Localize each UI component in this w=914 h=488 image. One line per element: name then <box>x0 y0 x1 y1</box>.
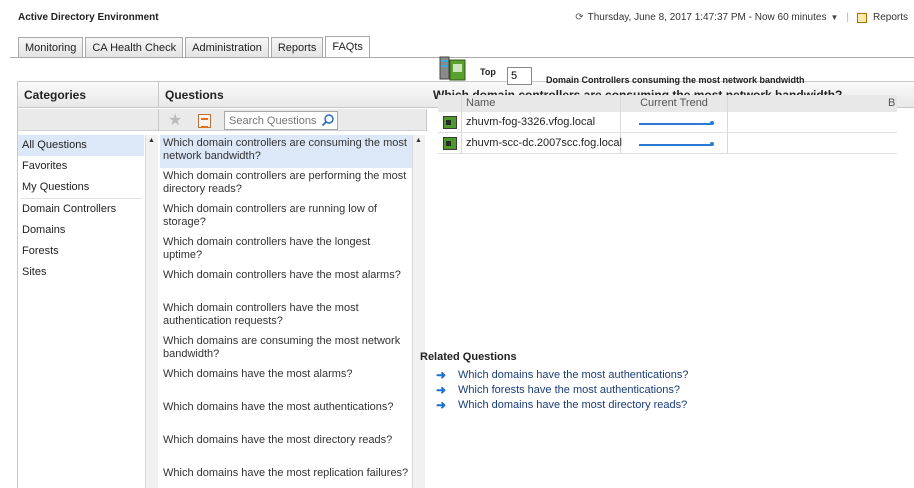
search-icon[interactable] <box>321 113 335 127</box>
top-count-input[interactable] <box>507 67 532 85</box>
scroll-up-icon[interactable]: ▲ <box>148 137 155 144</box>
domain-controllers-table: Name Current Trend B zhuvm-fog-3326.vfog… <box>438 95 897 154</box>
column-extra-header[interactable]: B <box>728 95 897 112</box>
list-item[interactable]: Which domains are consuming the most net… <box>160 333 412 366</box>
category-sites[interactable]: Sites <box>18 262 144 283</box>
arrow-right-icon: ➜ <box>436 368 447 382</box>
row-extra-cell <box>728 112 897 132</box>
time-range-icon: ⟳ <box>575 12 584 23</box>
column-icon-header <box>438 95 462 112</box>
arrow-right-icon: ➜ <box>436 398 447 412</box>
categories-header: Categories <box>18 82 159 108</box>
list-item[interactable]: Which domains have the most alarms? <box>160 366 412 399</box>
main-tabs: Monitoring CA Health Check Administratio… <box>18 36 370 58</box>
trend-dot <box>710 121 714 125</box>
table-row[interactable]: zhuvm-fog-3326.vfog.local <box>438 112 897 133</box>
related-question-text[interactable]: Which domains have the most directory re… <box>458 398 687 413</box>
time-range-bar: ⟳ Thursday, June 8, 2017 1:47:37 PM - No… <box>575 12 908 23</box>
list-item[interactable]: Which domain controllers have the most a… <box>160 300 412 333</box>
category-all-questions[interactable]: All Questions <box>18 135 144 156</box>
related-question-link[interactable]: ➜ Which domains have the most directory … <box>436 398 689 413</box>
row-name[interactable]: zhuvm-fog-3326.vfog.local <box>462 112 621 132</box>
questions-header: Questions <box>159 82 427 108</box>
category-domain-controllers[interactable]: Domain Controllers <box>18 199 144 220</box>
category-forests[interactable]: Forests <box>18 241 144 262</box>
trend-sparkline <box>621 112 728 132</box>
tab-faqts[interactable]: FAQts <box>325 36 370 58</box>
arrow-right-icon: ➜ <box>436 383 447 397</box>
related-question-link[interactable]: ➜ Which domains have the most authentica… <box>436 368 689 383</box>
category-favorites[interactable]: Favorites <box>18 156 144 177</box>
scroll-up-icon[interactable]: ▲ <box>415 137 422 144</box>
list-item[interactable]: Which domains have the most directory re… <box>160 432 412 465</box>
top-bar: Active Directory Environment ⟳ Thursday,… <box>0 0 914 34</box>
divider: | <box>846 12 849 23</box>
column-name-header[interactable]: Name <box>462 95 621 112</box>
list-item[interactable]: Which domain controllers are running low… <box>160 201 412 234</box>
star-icon[interactable]: ★ <box>168 113 182 129</box>
app-title: Active Directory Environment <box>18 12 159 23</box>
row-cell-icon <box>438 112 462 132</box>
list-item[interactable]: Which domain controllers have the most a… <box>160 267 412 300</box>
table-row[interactable]: zhuvm-scc-dc.2007scc.fog.local <box>438 133 897 154</box>
reports-icon <box>856 12 867 23</box>
chevron-down-icon[interactable]: ▼ <box>830 13 838 22</box>
table-header: Name Current Trend B <box>438 95 897 112</box>
domain-controller-icon <box>443 116 457 129</box>
category-domains[interactable]: Domains <box>18 220 144 241</box>
related-question-text[interactable]: Which forests have the most authenticati… <box>458 383 680 398</box>
row-extra-cell <box>728 133 897 153</box>
search-questions-box <box>224 111 338 130</box>
categories-list: All Questions Favorites My Questions Dom… <box>18 135 144 283</box>
categories-scrollbar[interactable]: ▲ <box>145 135 158 488</box>
search-input[interactable] <box>225 112 317 129</box>
time-range-selector[interactable]: Thursday, June 8, 2017 1:47:37 PM - Now … <box>588 12 827 23</box>
top-label: Top <box>480 67 496 77</box>
trend-line <box>639 123 711 125</box>
row-cell-icon <box>438 133 462 153</box>
category-my-questions[interactable]: My Questions <box>18 177 144 198</box>
list-item[interactable]: Which domains have the most authenticati… <box>160 399 412 432</box>
list-item[interactable]: Which domains have the most replication … <box>160 465 412 488</box>
tab-reports[interactable]: Reports <box>270 37 324 58</box>
categories-toolbar <box>18 109 159 131</box>
related-questions-title: Related Questions <box>420 351 517 363</box>
tab-administration[interactable]: Administration <box>185 37 269 58</box>
domain-controller-icon <box>443 137 457 150</box>
reports-link[interactable]: Reports <box>873 12 908 23</box>
trend-sparkline <box>621 133 728 153</box>
tab-ca-health-check[interactable]: CA Health Check <box>85 37 184 58</box>
column-trend-header[interactable]: Current Trend <box>621 95 728 112</box>
tab-monitoring[interactable]: Monitoring <box>18 37 84 58</box>
questions-scrollbar[interactable]: ▲ <box>412 135 425 488</box>
domain-controller-icon <box>439 56 466 81</box>
trend-dot <box>710 142 714 146</box>
top-suffix-label: Domain Controllers consuming the most ne… <box>546 75 805 85</box>
related-question-link[interactable]: ➜ Which forests have the most authentica… <box>436 383 689 398</box>
questions-list: Which domain controllers are consuming t… <box>160 135 412 488</box>
export-icon[interactable] <box>198 114 211 128</box>
related-question-text[interactable]: Which domains have the most authenticati… <box>458 368 689 383</box>
list-item[interactable]: Which domain controllers are performing … <box>160 168 412 201</box>
row-name[interactable]: zhuvm-scc-dc.2007scc.fog.local <box>462 133 622 153</box>
trend-line <box>639 144 711 146</box>
list-item[interactable]: Which domain controllers have the longes… <box>160 234 412 267</box>
list-item[interactable]: Which domain controllers are consuming t… <box>160 135 412 168</box>
related-questions-list: ➜ Which domains have the most authentica… <box>436 368 689 413</box>
